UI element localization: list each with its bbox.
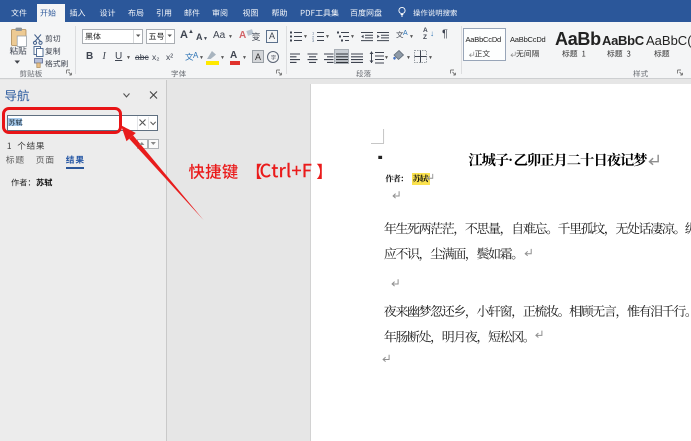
svg-text:3: 3: [312, 38, 315, 42]
